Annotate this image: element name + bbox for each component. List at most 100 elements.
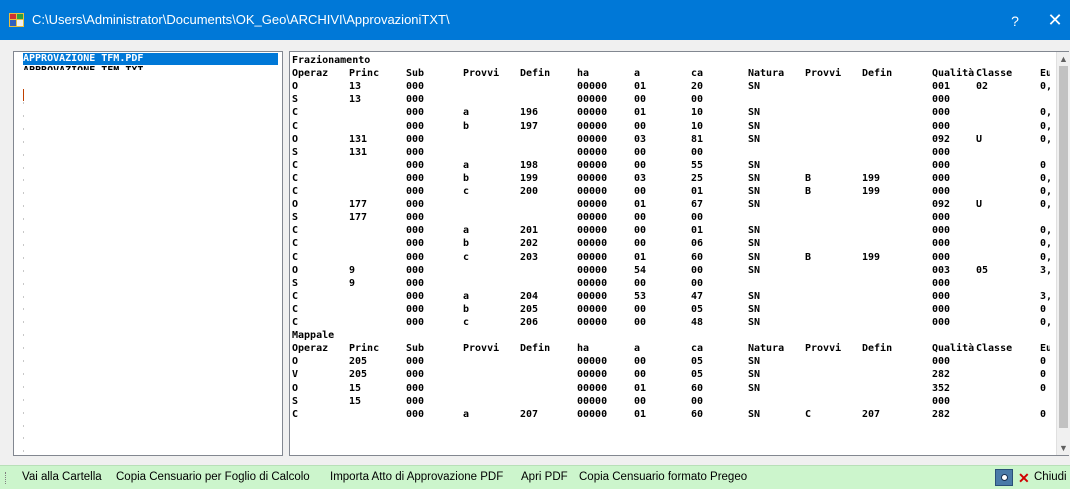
text-cell: 092 <box>932 199 951 211</box>
text-cell: 000 <box>406 356 425 368</box>
text-cell: Sub <box>406 68 425 80</box>
text-cell: 000 <box>406 81 425 93</box>
text-cell: 01 <box>634 199 647 211</box>
text-cell: C <box>292 303 299 315</box>
text-line: Operaz Princ Sub Provvi Defin ha a ca Natura Prov… <box>292 343 1050 355</box>
file-list-item-selected[interactable]: APPROVAZIONE TFM.PDF <box>23 53 278 65</box>
text-cell: 000 <box>932 238 951 250</box>
text-cell: 000 <box>932 356 951 368</box>
text-cell: 00000 <box>577 94 608 106</box>
text-cell: Operaz <box>292 68 329 80</box>
text-cell: 131 <box>349 133 368 145</box>
text-line: S 13 000 00000 00 00 000 <box>292 94 1050 106</box>
menu-import-approval-pdf[interactable]: Importa Atto di Approvazione PDF <box>330 471 503 483</box>
text-cell: 05 <box>691 356 704 368</box>
text-cell: 9 <box>349 264 356 276</box>
text-cell: C <box>292 317 299 328</box>
text-cell: 000 <box>406 107 425 119</box>
vertical-scrollbar[interactable]: ▲ ▼ <box>1056 52 1069 455</box>
text-cell: S <box>292 212 299 224</box>
text-cell: 20 <box>691 81 704 93</box>
text-cell: SN <box>748 238 761 250</box>
text-cell: SN <box>748 81 761 93</box>
menu-copy-census-spreadsheet[interactable]: Copia Censuario per Foglio di Calcolo <box>116 471 310 483</box>
text-line: C000c206000000048SN0000,03 <box>292 317 1050 329</box>
text-cell: 15 <box>349 382 362 394</box>
text-cell: Qualità <box>932 68 975 80</box>
text-cell: ha <box>577 343 590 355</box>
text-cell: SN <box>748 186 761 197</box>
text-cell: 53 <box>634 290 647 302</box>
text-cell: 177 <box>349 199 368 211</box>
text-cell: 54 <box>634 264 647 276</box>
menu-open-pdf[interactable]: Apri PDF <box>521 471 568 483</box>
menu-copy-census-pregeo[interactable]: Copia Censuario formato Pregeo <box>579 471 747 483</box>
text-cell: 01 <box>634 408 647 420</box>
list-row-marker <box>23 153 24 156</box>
text-cell: SN <box>748 107 761 119</box>
text-cell: 02 <box>976 81 989 93</box>
text-cell: 197 <box>520 120 539 132</box>
list-row-marker <box>23 334 24 337</box>
close-icon[interactable]: ✕ <box>1018 470 1030 487</box>
text-cell: Operaz <box>292 343 329 355</box>
title-bar: C:\Users\Administrator\Documents\OK_Geo\… <box>0 0 1070 40</box>
list-row-marker <box>23 360 24 362</box>
text-cell: 000 <box>406 120 425 132</box>
text-cell: a <box>463 290 470 302</box>
list-row-marker <box>23 140 24 143</box>
text-line: S 15 000 00000 00 00 000 <box>292 396 1050 408</box>
text-cell: 0,45 <box>1040 107 1050 119</box>
help-button[interactable]: ? <box>1000 10 1030 32</box>
text-cell: 25 <box>691 172 704 184</box>
text-cell: 199 <box>520 172 539 184</box>
text-cell: Defin <box>520 343 551 355</box>
text-cell: 000 <box>406 199 425 211</box>
text-cell: a <box>463 107 470 119</box>
text-cell: Provvi <box>805 68 842 80</box>
text-cell: 000 <box>932 290 951 302</box>
text-cell: 00000 <box>577 382 608 394</box>
text-cell: 207 <box>862 408 881 420</box>
cadastral-text-panel[interactable]: Frazionamento Operaz Princ Sub Provvi Defin ha… <box>289 51 1069 456</box>
file-list[interactable]: APPROVAZIONE TFM.PDF APPROVAZIONE TFM.TX… <box>13 51 283 456</box>
scroll-down-icon[interactable]: ▼ <box>1057 441 1070 455</box>
text-cell: 60 <box>691 382 704 394</box>
list-row-marker <box>23 347 24 350</box>
window-close-button[interactable]: ✕ <box>1040 8 1070 32</box>
text-cell: 00000 <box>577 107 608 119</box>
text-cell: b <box>463 303 470 315</box>
menu-close[interactable]: Chiudi <box>1034 471 1067 483</box>
list-row-marker <box>23 192 24 195</box>
text-cell: 000 <box>406 186 425 197</box>
text-cell: 00000 <box>577 395 608 407</box>
scroll-up-icon[interactable]: ▲ <box>1057 52 1070 66</box>
scroll-thumb[interactable] <box>1059 66 1068 428</box>
list-row-marker <box>23 102 24 104</box>
text-cell: 9 <box>349 277 356 289</box>
camera-icon[interactable] <box>995 469 1013 486</box>
text-cell: 000 <box>406 317 425 328</box>
list-row-marker <box>23 269 24 272</box>
text-line: C 000 a 196 00000 01 10 SN 000 0,45 <box>292 107 1050 119</box>
text-cell: a <box>463 225 470 237</box>
text-cell: 60 <box>691 251 704 263</box>
text-cell: 81 <box>691 133 704 145</box>
text-line: C000b197000000010SN0000,04 <box>292 121 1050 133</box>
menu-open-folder[interactable]: Vai alla Cartella <box>22 471 102 483</box>
text-cell: C <box>292 120 299 132</box>
text-cell: S <box>292 277 299 289</box>
text-cell: a <box>634 68 641 80</box>
text-cell: 207 <box>520 408 539 420</box>
text-cell: 000 <box>406 225 425 237</box>
text-cell: 0,07 <box>1040 251 1050 263</box>
file-list-item[interactable]: APPROVAZIONE TFM.TXT <box>23 65 278 70</box>
text-cell: 199 <box>862 172 881 184</box>
text-cell: 00000 <box>577 133 608 145</box>
text-cell: 000 <box>406 408 425 420</box>
text-cell: a <box>463 408 470 420</box>
text-cell: c <box>463 317 470 328</box>
text-cell: SN <box>748 225 761 237</box>
text-line: O 15 000 00000 01 60 SN 352 0 <box>292 383 1050 395</box>
text-cell: 00 <box>691 212 704 224</box>
